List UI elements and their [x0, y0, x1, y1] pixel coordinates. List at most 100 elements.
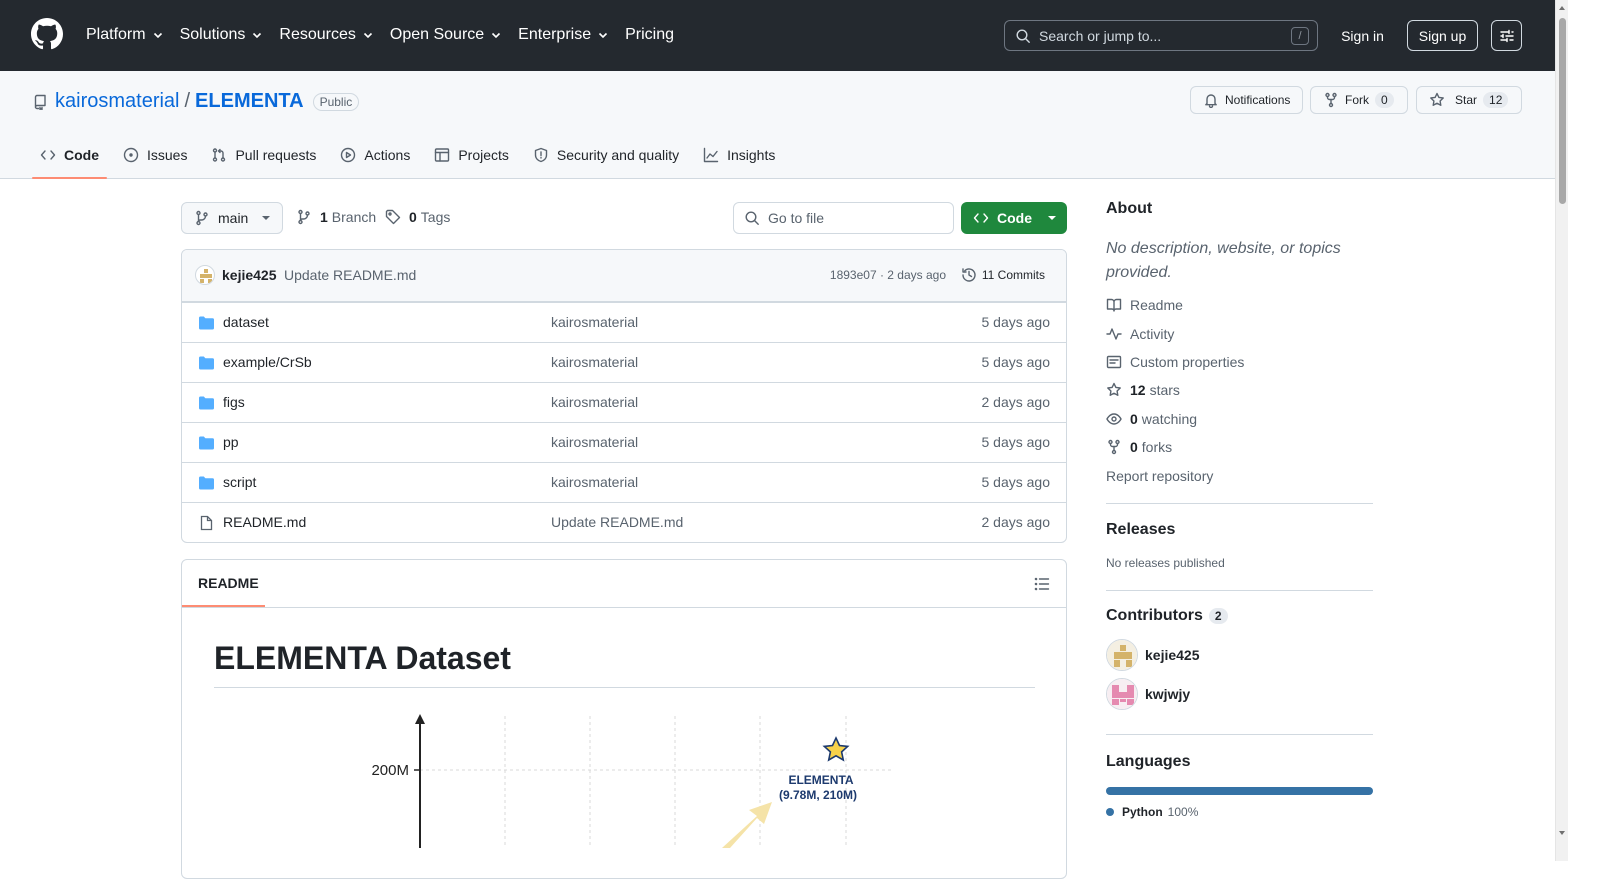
- tab-label: Pull requests: [235, 147, 317, 163]
- global-header: Platform Solutions Resources Open Source…: [0, 0, 1555, 71]
- readme-link[interactable]: Readme: [1106, 297, 1183, 313]
- branch-count: 1: [320, 209, 328, 225]
- scroll-down-arrow-icon[interactable]: [1559, 831, 1565, 835]
- side-link-label: Readme: [1130, 297, 1183, 313]
- nav-pricing[interactable]: Pricing: [625, 23, 674, 47]
- file-name-link[interactable]: figs: [223, 394, 245, 410]
- fork-button[interactable]: Fork 0: [1310, 86, 1408, 114]
- watchers-link[interactable]: 0 watching: [1106, 411, 1197, 427]
- global-search-input[interactable]: Search or jump to... /: [1004, 20, 1318, 51]
- tab-pull-requests[interactable]: Pull requests: [203, 133, 324, 177]
- file-row[interactable]: figs kairosmaterial 2 days ago: [182, 382, 1066, 422]
- notifications-button[interactable]: Notifications: [1190, 86, 1303, 114]
- file-table: kejie425 Update README.md 1893e07 · 2 da…: [181, 249, 1067, 543]
- file-name-link[interactable]: example/CrSb: [223, 354, 312, 370]
- branch-selector[interactable]: main: [181, 202, 283, 234]
- report-label: Report repository: [1106, 468, 1214, 484]
- commits-link[interactable]: 11 Commits: [961, 267, 1045, 283]
- tab-label: Actions: [364, 147, 411, 163]
- sidebar-divider: [1106, 503, 1373, 504]
- file-commit-message[interactable]: kairosmaterial: [551, 354, 638, 370]
- tab-insights[interactable]: Insights: [695, 133, 783, 177]
- star-icon: [1430, 92, 1444, 106]
- pull-request-icon: [213, 148, 226, 162]
- go-to-file-input[interactable]: Go to file: [733, 202, 954, 234]
- page-scrollbar[interactable]: [1555, 0, 1568, 861]
- file-commit-message[interactable]: Update README.md: [551, 514, 683, 530]
- contributor-item[interactable]: kwjwjy: [1106, 678, 1190, 710]
- nav-solutions[interactable]: Solutions: [180, 23, 264, 47]
- code-dropdown-button[interactable]: Code: [961, 202, 1067, 234]
- list-unordered-icon[interactable]: [1034, 576, 1050, 592]
- file-name-link[interactable]: script: [223, 474, 256, 490]
- language-percent: 100%: [1167, 805, 1199, 819]
- file-commit-date: 5 days ago: [981, 314, 1051, 330]
- tag-icon: [385, 209, 401, 225]
- branch-name: main: [218, 210, 249, 226]
- report-repository-link[interactable]: Report repository: [1106, 468, 1213, 484]
- avatar[interactable]: [195, 265, 215, 285]
- code-icon: [973, 213, 989, 223]
- contributors-title[interactable]: Contributors 2: [1106, 607, 1373, 625]
- fork-icon: [1325, 92, 1337, 108]
- commit-message-link[interactable]: Update README.md: [284, 267, 416, 283]
- scroll-up-arrow-icon[interactable]: [1559, 6, 1565, 10]
- tab-label: Projects: [458, 147, 509, 163]
- repo-name-link[interactable]: ELEMENTA: [195, 90, 304, 113]
- commit-author-link[interactable]: kejie425: [222, 267, 277, 283]
- bell-icon: [1205, 94, 1217, 108]
- sidebar-divider: [1106, 734, 1373, 735]
- figure-point-value: (9.78M, 210M): [779, 788, 857, 802]
- branches-link[interactable]: 1 Branch: [296, 209, 376, 225]
- sign-up-button[interactable]: Sign up: [1407, 20, 1478, 51]
- language-item[interactable]: Python 100%: [1106, 805, 1198, 819]
- file-commit-message[interactable]: kairosmaterial: [551, 434, 638, 450]
- tab-issues[interactable]: Issues: [115, 133, 195, 177]
- file-commit-date: 2 days ago: [981, 514, 1051, 530]
- repo-owner-link[interactable]: kairosmaterial: [55, 90, 179, 113]
- forks-link[interactable]: 0 forks: [1106, 439, 1172, 455]
- file-name-link[interactable]: dataset: [223, 314, 269, 330]
- file-row[interactable]: pp kairosmaterial 5 days ago: [182, 422, 1066, 462]
- tab-label: Code: [64, 147, 99, 163]
- commit-sha-date[interactable]: 1893e07 · 2 days ago: [830, 268, 946, 282]
- file-row[interactable]: dataset kairosmaterial 5 days ago: [182, 302, 1066, 342]
- file-commit-date: 2 days ago: [981, 394, 1051, 410]
- file-row[interactable]: README.md Update README.md 2 days ago: [182, 502, 1066, 542]
- github-logo-icon[interactable]: [31, 18, 63, 50]
- file-commit-message[interactable]: kairosmaterial: [551, 314, 638, 330]
- file-icon: [200, 515, 213, 531]
- table-icon: [435, 148, 450, 162]
- contributor-item[interactable]: kejie425: [1106, 639, 1200, 671]
- star-button[interactable]: Star 12: [1416, 86, 1522, 114]
- file-name-link[interactable]: README.md: [223, 514, 306, 530]
- readme-figure: 200M ELEMENTA (9.78M, 210M): [371, 714, 892, 848]
- activity-link[interactable]: Activity: [1106, 326, 1174, 342]
- caret-down-icon: [262, 216, 271, 220]
- tab-projects[interactable]: Projects: [426, 133, 517, 177]
- file-row[interactable]: script kairosmaterial 5 days ago: [182, 462, 1066, 502]
- nav-platform[interactable]: Platform: [86, 23, 164, 47]
- command-palette-button[interactable]: [1491, 20, 1522, 51]
- scrollbar-thumb[interactable]: [1559, 18, 1566, 204]
- file-commit-message[interactable]: kairosmaterial: [551, 474, 638, 490]
- fork-label: Fork: [1345, 93, 1369, 107]
- nav-resources[interactable]: Resources: [279, 23, 373, 47]
- folder-icon: [199, 316, 214, 330]
- readme-tab-bar: README: [182, 560, 1066, 608]
- tab-security[interactable]: Security and quality: [525, 133, 687, 177]
- tab-actions[interactable]: Actions: [332, 133, 418, 177]
- nav-open-source[interactable]: Open Source: [390, 23, 502, 47]
- readme-tab[interactable]: README: [198, 575, 259, 591]
- releases-title[interactable]: Releases: [1106, 521, 1373, 539]
- file-row[interactable]: example/CrSb kairosmaterial 5 days ago: [182, 342, 1066, 382]
- stars-link[interactable]: 12 stars: [1106, 382, 1180, 398]
- custom-properties-link[interactable]: Custom properties: [1106, 354, 1244, 370]
- tab-code[interactable]: Code: [32, 133, 107, 179]
- file-commit-message[interactable]: kairosmaterial: [551, 394, 638, 410]
- nav-enterprise[interactable]: Enterprise: [518, 23, 609, 47]
- sign-in-link[interactable]: Sign in: [1330, 20, 1395, 51]
- file-name-link[interactable]: pp: [223, 434, 239, 450]
- tags-link[interactable]: 0 Tags: [385, 209, 450, 225]
- figure-y-tick-label: 200M: [371, 762, 409, 779]
